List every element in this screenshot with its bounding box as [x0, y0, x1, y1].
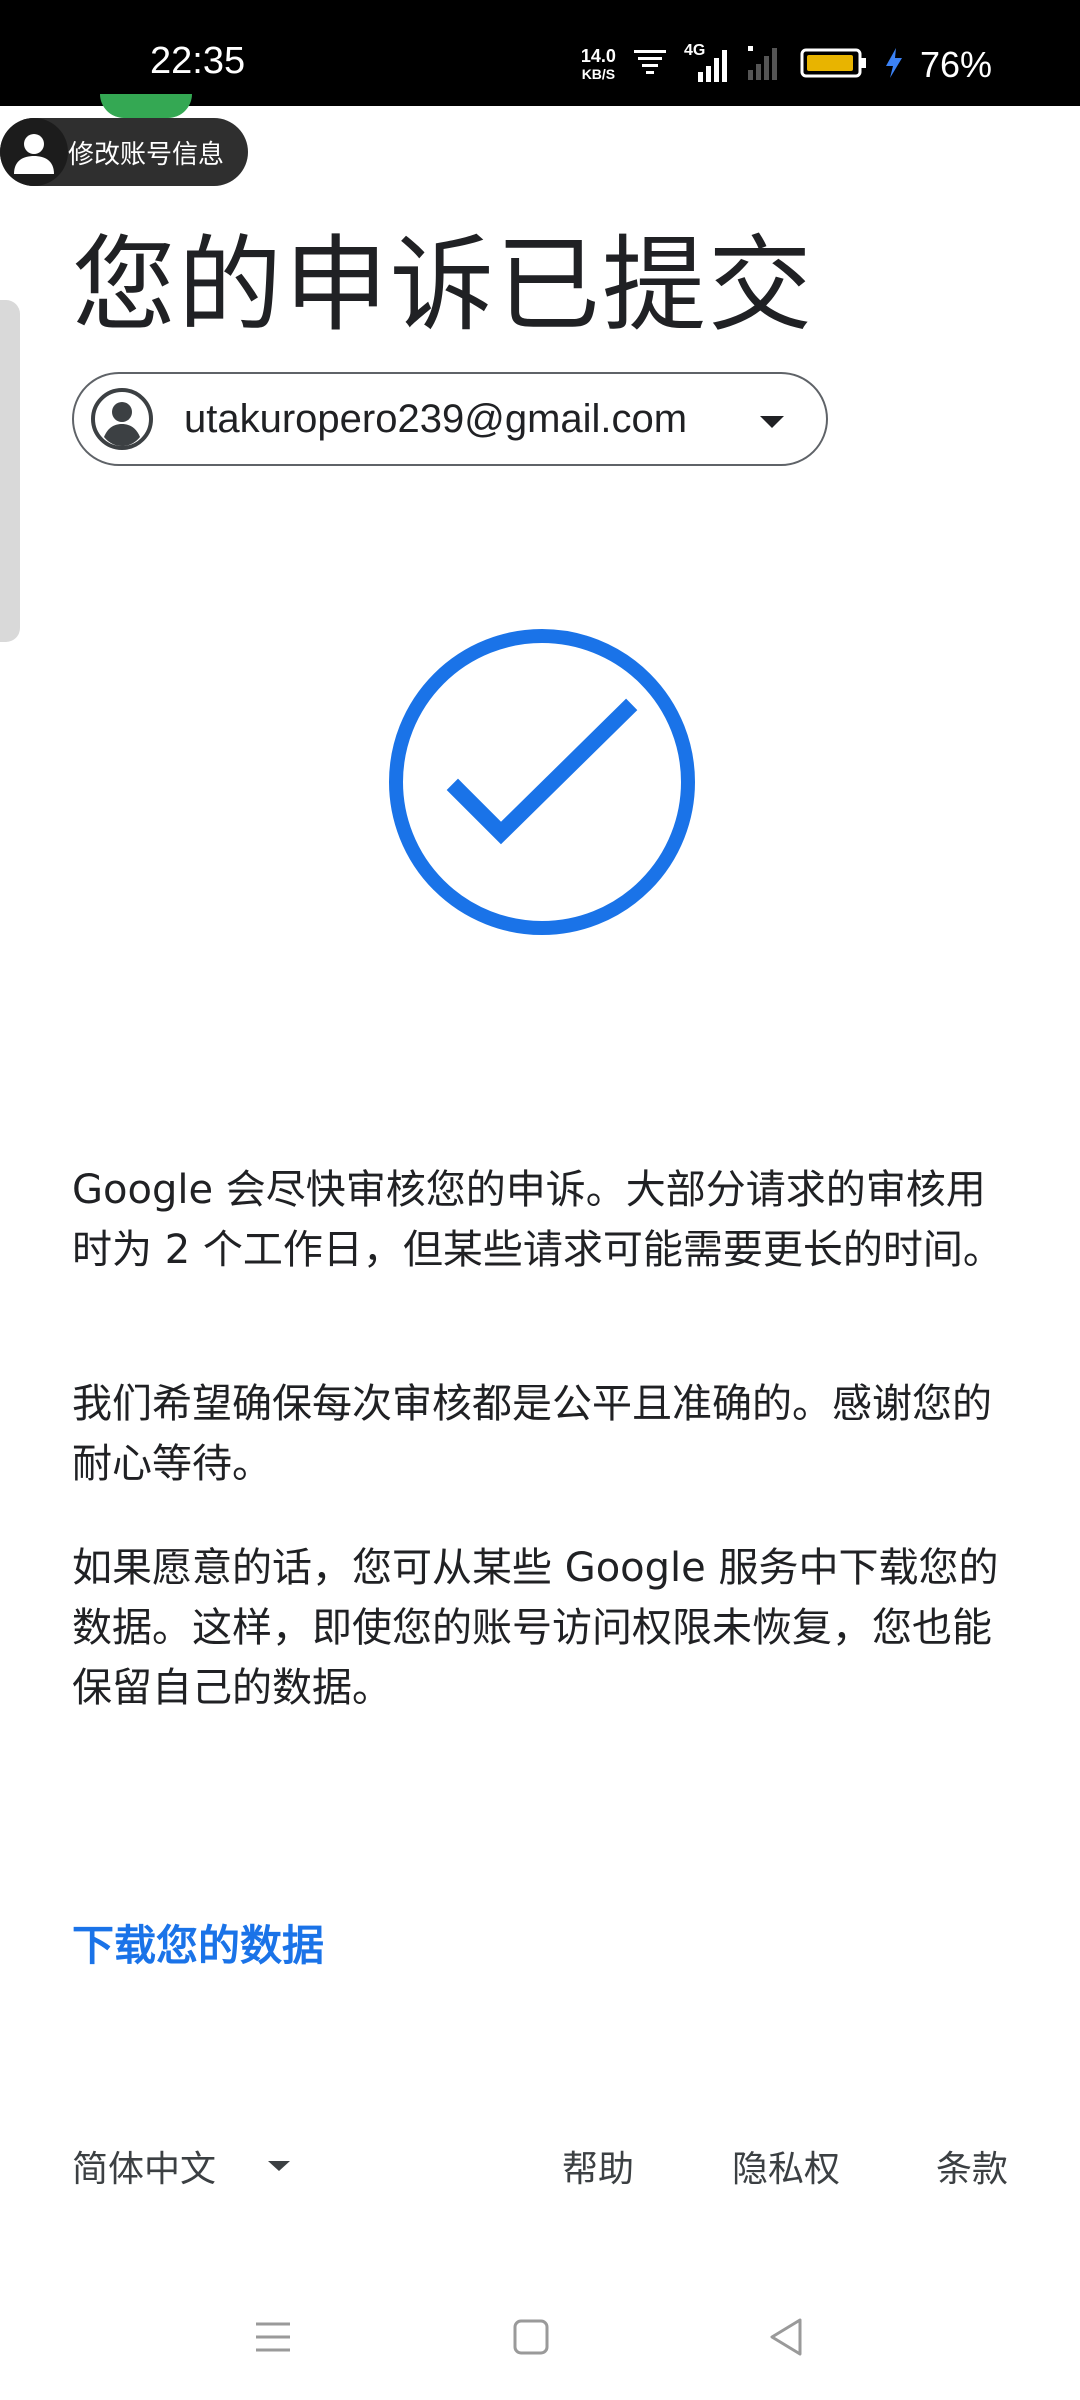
net-speed: 14.0 KB/S — [581, 47, 616, 83]
side-drawer-handle[interactable] — [0, 300, 20, 642]
status-bar: 22:35 14.0 KB/S 4G 76% — [0, 0, 1080, 106]
signal-4g-icon: 4G — [684, 42, 728, 84]
back-icon[interactable] — [762, 2312, 812, 2362]
check-circle-icon — [389, 629, 695, 935]
status-time: 22:35 — [150, 40, 246, 82]
menu-icon[interactable] — [248, 2312, 298, 2362]
net-speed-value: 14.0 — [580, 46, 616, 66]
thanks-paragraph: 我们希望确保每次审核都是公平且准确的。感谢您的耐心等待。 — [72, 1381, 992, 1487]
edit-account-floating-button[interactable]: 修改账号信息 — [0, 118, 248, 186]
language-selector[interactable]: 简体中文 — [72, 2140, 292, 2192]
page-title: 您的申诉已提交 — [72, 224, 815, 346]
footer: 简体中文 帮助 隐私权 条款 — [0, 2140, 1080, 2200]
net-speed-unit: KB/S — [581, 66, 616, 82]
edit-account-label: 修改账号信息 — [68, 139, 225, 170]
help-link[interactable]: 帮助 — [562, 2140, 634, 2192]
terms-link[interactable]: 条款 — [936, 2140, 1008, 2192]
signal-icon — [744, 44, 784, 86]
charging-bolt-icon — [884, 46, 904, 84]
review-info-paragraph: Google 会尽快审核您的申诉。大部分请求的审核用时为 2 个工作日，但某些请… — [72, 1167, 1003, 1273]
network-type-label: 4G — [683, 42, 706, 59]
floating-avatar-peek — [100, 94, 192, 118]
account-switcher[interactable]: utakuropero239@gmail.com — [72, 372, 828, 466]
privacy-link[interactable]: 隐私权 — [732, 2140, 840, 2192]
home-icon[interactable] — [506, 2312, 556, 2362]
wifi-icon — [632, 46, 668, 84]
chevron-down-icon — [268, 2161, 291, 2171]
account-email: utakuropero239@gmail.com — [184, 396, 688, 441]
account-circle-icon — [91, 388, 153, 450]
user-icon — [0, 118, 68, 186]
navigation-bar — [0, 2296, 1080, 2376]
battery-percent: 76% — [919, 44, 992, 85]
status-icons: 14.0 KB/S 4G 76% — [581, 40, 992, 90]
download-data-link[interactable]: 下载您的数据 — [72, 1912, 324, 1973]
download-info-paragraph: 如果愿意的话，您可从某些 Google 服务中下载您的数据。这样，即使您的账号访… — [72, 1545, 999, 1711]
language-label: 简体中文 — [72, 2149, 217, 2190]
chevron-down-icon — [760, 416, 784, 428]
battery-icon — [800, 46, 868, 84]
